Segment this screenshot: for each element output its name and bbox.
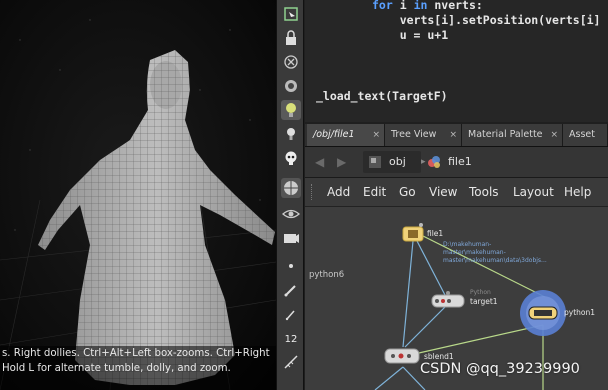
menu-tools[interactable]: Tools: [469, 178, 499, 206]
menu-layout[interactable]: Layout: [513, 178, 554, 206]
dot-icon[interactable]: [281, 256, 301, 276]
code-var: i: [392, 0, 414, 12]
menu-help[interactable]: Help: [564, 178, 591, 206]
menu-go[interactable]: Go: [399, 178, 416, 206]
tab-asset-browser[interactable]: Asset Bro: [563, 124, 608, 162]
close-circle-icon[interactable]: [281, 52, 301, 72]
eye-icon[interactable]: [281, 204, 301, 224]
back-arrow-icon[interactable]: ◀: [315, 155, 329, 169]
path-obj-label: obj: [389, 155, 406, 168]
skull-icon[interactable]: [281, 148, 301, 168]
python6-label: python6: [309, 270, 345, 280]
tab-tree-view[interactable]: Tree View ×: [385, 124, 462, 146]
menu-edit[interactable]: Edit: [363, 178, 386, 206]
tab-label: /obj/file1: [313, 129, 355, 140]
network-menu-bar: Add Edit Go View Tools Layout Help: [305, 178, 608, 207]
select-tool-icon[interactable]: [281, 4, 301, 24]
node-sblend1: [384, 348, 420, 364]
keyword-in: in: [413, 0, 428, 12]
python-code-editor[interactable]: for i in nverts: verts[i].setPosition(ve…: [305, 0, 608, 122]
code-line-3: u = u+1: [372, 28, 449, 42]
path-segment-obj[interactable]: obj: [363, 151, 421, 173]
wire-file1-target1: [416, 240, 446, 296]
node-file1-path: D:\makehuman- master\makehuman- master\m…: [443, 241, 547, 264]
node-file1: [402, 223, 424, 242]
tab-close-icon[interactable]: ×: [449, 124, 457, 146]
hint-line-1: s. Right dollies. Ctrl+Alt+Left box-zoom…: [2, 348, 270, 359]
obj-context-icon: [369, 156, 381, 168]
pane-tabs: /obj/file1 × Tree View × Material Palette ×…: [305, 124, 608, 162]
path-bar: ◀ ▶ obj ▸ file1: [305, 147, 608, 178]
light-bulb-icon[interactable]: [281, 100, 301, 120]
lock-icon[interactable]: [281, 28, 301, 48]
shelf-number[interactable]: 12: [281, 330, 301, 350]
wire-sblend1-out2: [374, 366, 404, 390]
tab-label: Material Palette: [468, 129, 543, 140]
menu-view[interactable]: View: [429, 178, 457, 206]
brush-icon[interactable]: [281, 280, 301, 300]
globe-icon[interactable]: [281, 178, 301, 198]
menu-add[interactable]: Add: [327, 178, 350, 206]
node-target1-type: Python: [470, 289, 491, 296]
hint-line-2: Hold L for alternate tumble, dolly, and …: [2, 363, 231, 374]
node-python1: [520, 290, 566, 336]
node-python1-label[interactable]: python1: [564, 308, 595, 317]
tab-close-icon[interactable]: ×: [550, 124, 558, 146]
camera-icon[interactable]: [281, 228, 301, 248]
mesh-model[interactable]: [0, 0, 276, 390]
node-file1-label[interactable]: file1: [427, 229, 443, 238]
bulb-small-icon[interactable]: [281, 124, 301, 144]
wire-target1-sblend1: [404, 306, 446, 348]
tab-close-icon[interactable]: ×: [372, 124, 380, 146]
node-sblend1-label[interactable]: sblend1: [424, 352, 454, 361]
node-target1: [431, 291, 465, 308]
forward-arrow-icon[interactable]: ▶: [337, 155, 351, 169]
node-target1-label[interactable]: target1: [470, 297, 498, 306]
code-line-1: for i in nverts:: [372, 0, 483, 12]
pen-icon[interactable]: [281, 304, 301, 324]
ruler-icon[interactable]: [281, 352, 301, 372]
tab-obj-file1[interactable]: /obj/file1 ×: [307, 124, 385, 146]
tab-material-palette[interactable]: Material Palette ×: [462, 124, 563, 146]
viewport-3d[interactable]: s. Right dollies. Ctrl+Alt+Left box-zoom…: [0, 0, 276, 390]
code-line-4: _load_text(TargetF): [316, 89, 448, 103]
viewport-hint: s. Right dollies. Ctrl+Alt+Left box-zoom…: [0, 346, 276, 390]
snap-icon[interactable]: [281, 76, 301, 96]
tool-shelf: 12: [276, 0, 304, 390]
keyword-for: for: [372, 0, 393, 12]
path-segment-file1[interactable]: file1: [426, 151, 486, 173]
path-file1-label: file1: [448, 155, 472, 168]
wire-python1-sblend1: [409, 324, 544, 356]
menu-grip: [311, 184, 315, 200]
geometry-icon: [428, 156, 440, 168]
wire-file1-sblend1: [402, 240, 414, 348]
watermark: CSDN @qq_39239990: [420, 361, 580, 377]
code-rest: nverts:: [427, 0, 483, 12]
tab-label: Tree View: [391, 129, 437, 140]
code-line-2: verts[i].setPosition(verts[i]: [372, 13, 601, 27]
